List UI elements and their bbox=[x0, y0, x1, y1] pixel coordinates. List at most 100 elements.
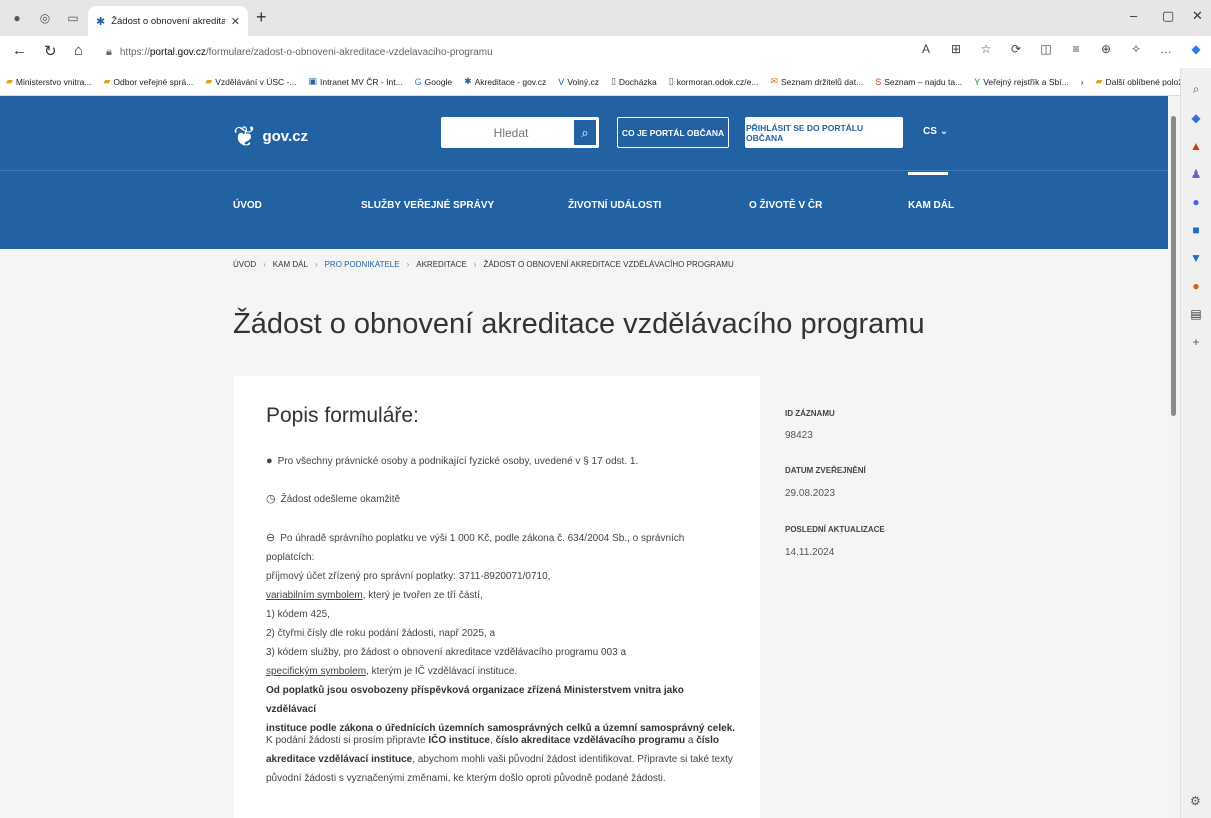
bookmark[interactable]: ✉ Seznam držitelů dat... bbox=[770, 76, 863, 87]
id-value: 98423 bbox=[785, 430, 813, 441]
bookmark[interactable]: ▯ kormoran.odok.cz/e... bbox=[669, 76, 759, 87]
when-line: ◷ Žádost odešleme okamžitě bbox=[266, 493, 401, 505]
menu-item-kam-dal[interactable]: KAM DÁL bbox=[908, 200, 954, 211]
bookmarks-chevron-icon[interactable]: › bbox=[1081, 77, 1084, 87]
coin-icon: ⊖ bbox=[266, 532, 276, 544]
who-line: ● Pro všechny právnické osoby a podnikají… bbox=[266, 455, 639, 467]
breadcrumb-item[interactable]: PRO PODNIKATELE bbox=[325, 260, 400, 269]
breadcrumb-item[interactable]: KAM DÁL bbox=[273, 260, 308, 269]
gov-logo[interactable]: ❦ gov.cz bbox=[233, 120, 308, 153]
bookmark[interactable]: ▰ Odbor veřejné sprá... bbox=[104, 76, 194, 87]
favorites-icon[interactable]: ≡ bbox=[1061, 42, 1091, 56]
add-sidebar-icon[interactable]: + bbox=[1181, 335, 1211, 349]
address-bar-row: ← ↻ ⌂ 🔒︎ https://portal.gov.cz/formulare… bbox=[0, 36, 1211, 68]
published-value: 29.08.2023 bbox=[785, 488, 836, 499]
bookmark[interactable]: ▣ Intranet MV ČR - Int... bbox=[308, 76, 402, 87]
about-portal-button[interactable]: CO JE PORTÁL OBČANA bbox=[617, 117, 729, 148]
browser-tab[interactable]: ✱ Žádost o obnovení akreditace vzd... ✕ bbox=[88, 6, 248, 36]
folder-icon: ▰ bbox=[1095, 76, 1103, 86]
header-top: ❦ gov.cz ⌕ CO JE PORTÁL OBČANA PŘIHLÁSIT… bbox=[0, 96, 1168, 171]
page-content: ❦ gov.cz ⌕ CO JE PORTÁL OBČANA PŘIHLÁSIT… bbox=[0, 96, 1168, 818]
tools-icon[interactable]: ♟ bbox=[1181, 167, 1211, 181]
notes-icon[interactable]: ▤ bbox=[1181, 307, 1211, 321]
site-header: ❦ gov.cz ⌕ CO JE PORTÁL OBČANA PŘIHLÁSIT… bbox=[0, 96, 1168, 249]
scrollbar-thumb[interactable] bbox=[1171, 116, 1176, 416]
bookmark[interactable]: ▰ Ministerstvo vnitra... bbox=[6, 76, 92, 87]
close-tab-icon[interactable]: ✕ bbox=[231, 15, 240, 28]
maximize-icon[interactable]: ▢ bbox=[1162, 8, 1174, 24]
form-description-card: Popis formuláře: ● Pro všechny právnické … bbox=[234, 376, 760, 818]
more-icon[interactable]: … bbox=[1151, 42, 1181, 56]
favorite-star-icon[interactable]: ☆ bbox=[971, 42, 1001, 56]
variable-symbol-link[interactable]: variabilním symbolem bbox=[266, 590, 363, 601]
new-tab-icon[interactable]: + bbox=[256, 7, 267, 28]
breadcrumb-current: ŽÁDOST O OBNOVENÍ AKREDITACE VZDĚLÁVACÍH… bbox=[483, 260, 734, 269]
specific-symbol-link[interactable]: specifickým symbolem bbox=[266, 666, 366, 677]
published-label: DATUM ZVEŘEJNĚNÍ bbox=[785, 466, 866, 475]
bookmark[interactable]: ▯ Docházka bbox=[611, 76, 657, 87]
url-path: /formulare/zadost-o-obnoveni-akreditace-… bbox=[205, 46, 493, 58]
bookmark[interactable]: Y Veřejný rejstřík a Sbí... bbox=[974, 77, 1069, 87]
menu-item-sluzby[interactable]: SLUŽBY VEŘEJNÉ SPRÁVY bbox=[361, 200, 494, 211]
bookmarks-bar: ▰ Ministerstvo vnitra... ▰ Odbor veřejné s… bbox=[0, 68, 1180, 96]
extension-icon[interactable]: ⟳ bbox=[1001, 42, 1031, 56]
page-icon: ▯ bbox=[668, 76, 674, 86]
tab-actions-icon[interactable]: ▭ bbox=[62, 7, 84, 29]
app-c-icon[interactable]: ● bbox=[1181, 279, 1211, 293]
url-field[interactable]: 🔒︎ https://portal.gov.cz/formulare/zados… bbox=[106, 40, 926, 64]
app-icon[interactable]: ⊞ bbox=[941, 42, 971, 56]
minimize-icon[interactable]: – bbox=[1130, 8, 1137, 23]
breadcrumb-item[interactable]: ÚVOD bbox=[233, 260, 256, 269]
read-aloud-icon[interactable]: A bbox=[911, 42, 941, 56]
card-heading: Popis formuláře: bbox=[266, 404, 419, 427]
send-icon[interactable]: ▼ bbox=[1181, 251, 1211, 265]
bookmark[interactable]: ▰ Vzdělávání v ÚSC -... bbox=[205, 76, 296, 87]
page-scrollbar[interactable] bbox=[1168, 96, 1180, 818]
seznam-icon: S bbox=[875, 76, 882, 87]
sidebar-settings-icon[interactable]: ⚙ bbox=[1190, 794, 1201, 808]
office-icon[interactable]: ● bbox=[1181, 195, 1211, 209]
intranet-icon: ▣ bbox=[308, 76, 317, 86]
url-prefix: https:// bbox=[119, 46, 150, 58]
outlook-icon[interactable]: ■ bbox=[1181, 223, 1211, 237]
menu-item-zivotni-udalosti[interactable]: ŽIVOTNÍ UDÁLOSTI bbox=[568, 200, 661, 211]
language-select[interactable]: CS ⌄ bbox=[923, 126, 948, 137]
other-favorites[interactable]: ▰Další oblíbené položky bbox=[1096, 76, 1180, 87]
close-window-icon[interactable]: ✕ bbox=[1192, 8, 1203, 24]
collections-icon[interactable]: ⊕ bbox=[1091, 42, 1121, 56]
login-button[interactable]: PŘIHLÁSIT SE DO PORTÁLU OBČANA bbox=[745, 117, 903, 148]
bookmark[interactable]: V Volný.cz bbox=[558, 77, 599, 87]
home-icon[interactable]: ⌂ bbox=[74, 42, 83, 59]
extensions-icon[interactable]: ✧ bbox=[1121, 42, 1151, 56]
bookmark[interactable]: ✱ Akreditace - gov.cz bbox=[464, 76, 546, 87]
folder-icon: ▰ bbox=[103, 76, 111, 86]
back-icon[interactable]: ← bbox=[12, 42, 27, 59]
split-screen-icon[interactable]: ◫ bbox=[1031, 42, 1061, 56]
chevron-down-icon: ⌄ bbox=[939, 126, 949, 137]
breadcrumb-item[interactable]: AKREDITACE bbox=[416, 260, 467, 269]
url-domain: portal.gov.cz bbox=[149, 46, 206, 58]
search-box: ⌕ bbox=[441, 117, 599, 148]
menu-item-uvod[interactable]: ÚVOD bbox=[233, 200, 262, 211]
justice-icon: Y bbox=[974, 76, 981, 87]
search-input[interactable] bbox=[441, 117, 571, 148]
search-icon[interactable]: ⌕ bbox=[574, 120, 596, 145]
search-sidebar-icon[interactable]: ⌕ bbox=[1181, 82, 1211, 97]
tag-icon[interactable]: ◆ bbox=[1181, 111, 1211, 125]
clock-icon: ◷ bbox=[266, 493, 276, 505]
bookmark[interactable]: G Google bbox=[415, 77, 452, 87]
browser-toolbar-icons: A ⊞ ☆ ⟳ ◫ ≡ ⊕ ✧ … ◆ bbox=[911, 42, 1211, 56]
profile-icon[interactable]: ● bbox=[6, 7, 28, 29]
page-title: Žádost o obnovení akreditace vzdělávacíh… bbox=[233, 308, 925, 340]
shopping-icon[interactable]: ▲ bbox=[1181, 139, 1211, 153]
refresh-icon[interactable]: ↻ bbox=[44, 42, 57, 60]
active-indicator bbox=[908, 172, 948, 175]
lion-emblem-icon: ❦ bbox=[233, 121, 257, 152]
breadcrumb: ÚVOD › KAM DÁL › PRO PODNIKATELE › AKREDITACE ›… bbox=[233, 260, 734, 269]
main-menu: ÚVOD SLUŽBY VEŘEJNÉ SPRÁVY ŽIVOTNÍ UDÁLO… bbox=[0, 172, 1168, 249]
workspaces-icon[interactable]: ◎ bbox=[34, 7, 56, 29]
edge-sidebar: ⌕ ◆ ▲ ♟ ● ■ ▼ ● ▤ + ⚙ bbox=[1180, 68, 1211, 818]
menu-item-o-zivote[interactable]: O ŽIVOTĚ V ČR bbox=[749, 200, 822, 211]
copilot-icon[interactable]: ◆ bbox=[1181, 42, 1211, 56]
bookmark[interactable]: S Seznam – najdu ta... bbox=[875, 77, 962, 87]
